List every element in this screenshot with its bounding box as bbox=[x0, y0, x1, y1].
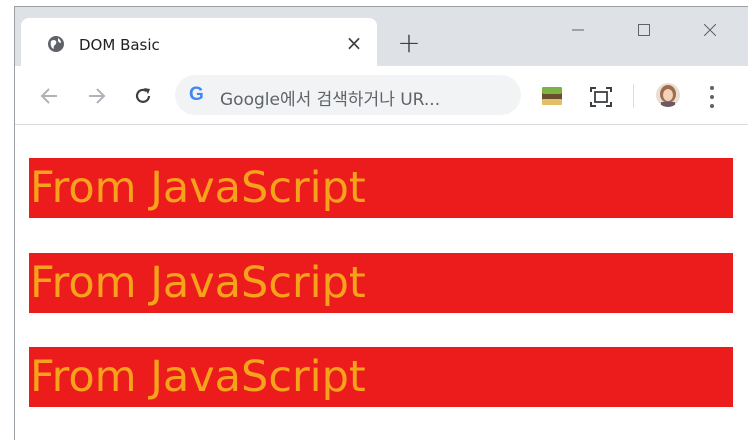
window-close-button[interactable] bbox=[687, 15, 733, 45]
minimize-icon bbox=[572, 29, 584, 31]
more-menu-icon[interactable] bbox=[705, 86, 719, 108]
address-placeholder: Google에서 검색하거나 UR... bbox=[220, 90, 441, 110]
tab-dom-basic[interactable]: DOM Basic × bbox=[21, 18, 377, 66]
close-icon bbox=[704, 24, 716, 36]
reload-button[interactable] bbox=[129, 82, 157, 110]
browser-toolbar: G Google에서 검색하거나 UR... bbox=[15, 66, 748, 125]
toolbar-divider bbox=[633, 84, 634, 108]
browser-window: DOM Basic × + G Google에서 검색하거나 UR... Fro… bbox=[14, 6, 748, 440]
profile-avatar[interactable] bbox=[656, 83, 680, 107]
extension-icon[interactable] bbox=[541, 86, 563, 106]
back-button[interactable] bbox=[35, 82, 63, 110]
forward-arrow-icon bbox=[89, 88, 106, 104]
maximize-button[interactable] bbox=[621, 15, 667, 45]
tab-strip: DOM Basic × + bbox=[15, 7, 748, 66]
google-g-icon: G bbox=[189, 84, 204, 105]
forward-button[interactable] bbox=[83, 82, 111, 110]
js-text-line-1: From JavaScript bbox=[29, 158, 733, 218]
address-bar[interactable]: G Google에서 검색하거나 UR... bbox=[175, 75, 521, 115]
js-text-line-3: From JavaScript bbox=[29, 347, 733, 407]
maximize-icon bbox=[638, 24, 650, 36]
globe-icon bbox=[48, 36, 64, 52]
page-content: From JavaScript From JavaScript From Jav… bbox=[15, 125, 748, 440]
screen-capture-icon[interactable] bbox=[589, 86, 613, 108]
profile-avatar-icon bbox=[656, 83, 680, 107]
tab-title: DOM Basic bbox=[79, 36, 160, 54]
tab-close-button[interactable]: × bbox=[343, 32, 365, 54]
js-text-line-2: From JavaScript bbox=[29, 253, 733, 313]
new-tab-button[interactable]: + bbox=[397, 29, 421, 57]
reload-icon bbox=[135, 88, 151, 103]
minimize-button[interactable] bbox=[555, 15, 601, 45]
back-arrow-icon bbox=[40, 88, 57, 104]
